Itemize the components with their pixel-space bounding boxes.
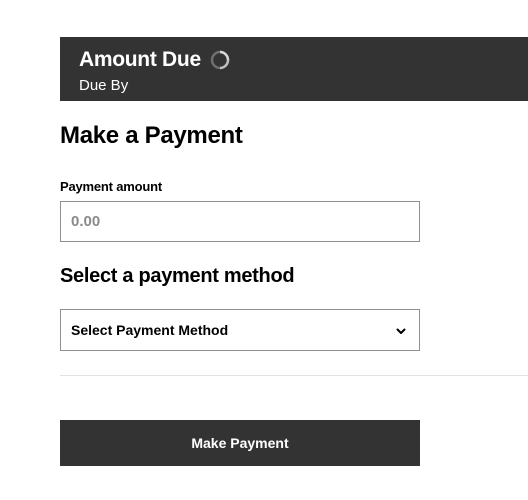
section-divider (60, 375, 528, 376)
make-payment-button[interactable]: Make Payment (60, 420, 420, 466)
amount-due-title: Amount Due (79, 48, 201, 71)
page-title: Make a Payment (60, 122, 243, 149)
amount-due-banner: Amount Due Due By (60, 37, 528, 101)
payment-method-heading: Select a payment method (60, 265, 295, 287)
payment-amount-label: Payment amount (60, 179, 162, 194)
chevron-down-icon (395, 324, 407, 336)
spinner-icon (210, 50, 230, 70)
payment-method-select-value: Select Payment Method (71, 322, 229, 338)
payment-amount-input[interactable] (60, 201, 420, 242)
due-by-label: Due By (79, 77, 129, 94)
payment-method-select[interactable]: Select Payment Method (60, 309, 420, 351)
banner-title-row: Amount Due (79, 47, 528, 73)
